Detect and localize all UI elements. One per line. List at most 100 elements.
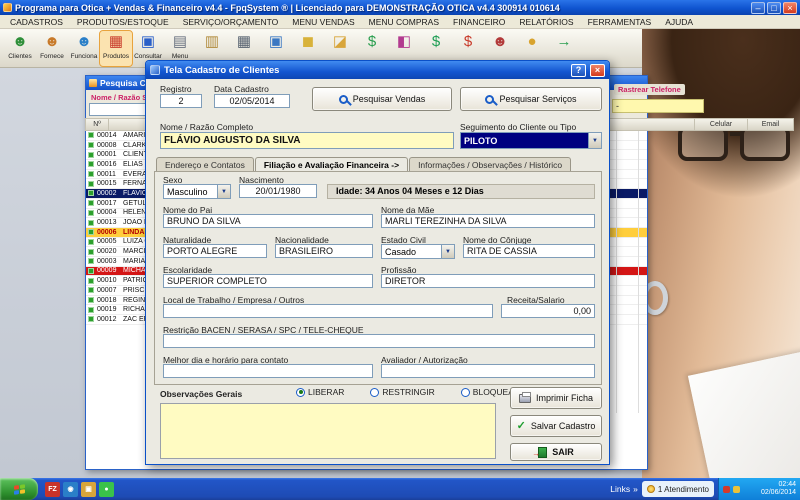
sair-button[interactable]: SAIR	[510, 443, 602, 461]
sexo-combobox[interactable]: Masculino ▼	[163, 184, 231, 199]
toolbar-button[interactable]: ☻ Fornece	[36, 31, 68, 66]
toolbar-button[interactable]: ☻ Clientes	[4, 31, 36, 66]
menu-item[interactable]: FERRAMENTAS	[581, 15, 659, 29]
nascimento-input[interactable]: 20/01/1980	[239, 184, 317, 198]
attendance-status[interactable]: 1 Atendimento	[642, 481, 714, 497]
pesquisar-servicos-button[interactable]: Pesquisar Serviços	[460, 87, 602, 111]
filezilla-icon[interactable]: FZ	[45, 482, 60, 497]
column-header-number[interactable]: Nº	[85, 118, 109, 131]
browser-icon[interactable]: ◉	[63, 482, 78, 497]
dialog-help-button[interactable]: ?	[571, 64, 586, 77]
row-status-icon	[88, 249, 94, 255]
rastrear-telefone-label[interactable]: Rastrear Telefone	[614, 84, 685, 95]
local-trabalho-input[interactable]	[163, 304, 493, 318]
client-number: 00017	[97, 200, 120, 207]
column-header-celular[interactable]: Celular	[694, 118, 748, 131]
nome-mae-input[interactable]: MARLI TEREZINHA DA SILVA	[381, 214, 595, 228]
update-icon[interactable]	[733, 486, 740, 493]
client-number: 00004	[97, 209, 120, 216]
data-cadastro-input[interactable]: 02/05/2014	[214, 94, 290, 108]
messenger-icon[interactable]: ●	[99, 482, 114, 497]
menu-item[interactable]: CADASTROS	[3, 15, 70, 29]
nacionalidade-input[interactable]: BRASILEIRO	[275, 244, 373, 258]
row-status-icon	[88, 181, 94, 187]
radio-option[interactable]: RESTRINGIR	[370, 387, 434, 397]
receita-input[interactable]: 0,00	[501, 304, 595, 318]
restricao-input[interactable]	[163, 334, 595, 348]
photo-glasses	[678, 125, 798, 167]
chevron-down-icon[interactable]: ▼	[217, 185, 230, 198]
menu-icon: ▤	[173, 31, 187, 53]
links-expand-icon[interactable]: »	[633, 484, 638, 494]
radio-label: RESTRINGIR	[382, 387, 434, 397]
dialog-titlebar[interactable]: Tela Cadastro de Clientes ? ×	[146, 61, 609, 79]
pesquisar-servicos-label: Pesquisar Serviços	[499, 94, 576, 104]
salvar-cadastro-button[interactable]: ✓ Salvar Cadastro	[510, 415, 602, 437]
client-number: 00008	[97, 142, 120, 149]
pesquisar-vendas-button[interactable]: Pesquisar Vendas	[312, 87, 452, 111]
client-number: 00009	[97, 267, 120, 274]
avaliador-input[interactable]	[381, 364, 595, 378]
dialog-title: Tela Cadastro de Clientes	[164, 65, 279, 76]
radio-option[interactable]: LIBERAR	[296, 387, 344, 397]
column-header-email[interactable]: Email	[747, 118, 794, 131]
chevron-down-icon[interactable]: ▼	[588, 133, 601, 148]
nome-pai-input[interactable]: BRUNO DA SILVA	[163, 214, 373, 228]
folder-icon[interactable]: ▣	[81, 482, 96, 497]
menu-item[interactable]: SERVIÇO/ORÇAMENTO	[176, 15, 286, 29]
minimize-button[interactable]: –	[751, 2, 765, 14]
row-status-icon	[88, 200, 94, 206]
start-button[interactable]	[0, 478, 38, 500]
client-number: 00010	[97, 277, 120, 284]
imprimir-ficha-button[interactable]: Imprimir Ficha	[510, 387, 602, 409]
row-status-icon	[88, 307, 94, 313]
links-toolbar[interactable]: Links »	[610, 484, 638, 494]
client-number: 00013	[97, 219, 120, 226]
menu-item[interactable]: RELATÓRIOS	[512, 15, 580, 29]
conjuge-input[interactable]: RITA DE CASSIA	[463, 244, 595, 258]
registro-input[interactable]: 2	[160, 94, 202, 108]
close-button[interactable]: ×	[783, 2, 797, 14]
seguimento-combobox[interactable]: PILOTO ▼	[460, 132, 602, 149]
nome-input[interactable]: FLÁVIO AUGUSTO DA SILVA	[160, 132, 454, 149]
column-header-fone[interactable]	[609, 118, 695, 131]
melhor-dia-input[interactable]	[163, 364, 373, 378]
links-label: Links	[610, 484, 630, 494]
naturalidade-input[interactable]: PORTO ALEGRE	[163, 244, 267, 258]
estado-civil-value: Casado	[382, 247, 441, 257]
escolaridade-input[interactable]: SUPERIOR COMPLETO	[163, 274, 373, 288]
liberacao-radio-group: LIBERAR RESTRINGIR BLOQUEAR	[296, 387, 520, 397]
row-status-icon	[88, 287, 94, 293]
client-number: 00020	[97, 248, 120, 255]
consult-icon: ▣	[141, 31, 155, 53]
seguimento-value: PILOTO	[461, 136, 588, 146]
tab[interactable]: Informações / Observações / Histórico	[409, 157, 571, 172]
shield-icon[interactable]	[723, 486, 730, 493]
grid-column-line	[616, 131, 617, 413]
coin-icon: ●	[527, 31, 536, 53]
profissao-input[interactable]: DIRETOR	[381, 274, 595, 288]
maximize-button[interactable]: □	[767, 2, 781, 14]
row-status-icon	[88, 220, 94, 226]
box-icon: ◼	[302, 31, 314, 53]
phone-grid-header: Celular Email	[610, 118, 794, 131]
menu-item[interactable]: MENU VENDAS	[285, 15, 361, 29]
quick-launch: FZ◉▣●	[45, 482, 114, 497]
row-status-icon	[88, 239, 94, 245]
dialog-close-button[interactable]: ×	[590, 64, 605, 77]
client-number: 00001	[97, 151, 120, 158]
estado-civil-combobox[interactable]: Casado ▼	[381, 244, 455, 259]
observacoes-textarea[interactable]	[160, 403, 496, 459]
menu-item[interactable]: MENU COMPRAS	[362, 15, 446, 29]
nome-label: Nome / Razão Completo	[160, 122, 253, 132]
menu-item[interactable]: PRODUTOS/ESTOQUE	[70, 15, 176, 29]
photo-glasses-bridge	[730, 132, 744, 136]
menu-item[interactable]: FINANCEIRO	[446, 15, 512, 29]
tab[interactable]: Endereço e Contatos	[156, 157, 254, 172]
toolbar-button[interactable]: ▦ Produtos	[100, 31, 132, 66]
menu-item[interactable]: AJUDA	[658, 15, 700, 29]
phone-filter-cell[interactable]: -	[612, 99, 704, 113]
chevron-down-icon[interactable]: ▼	[441, 245, 454, 258]
app-titlebar[interactable]: Programa para Otica + Vendas & Financeir…	[0, 0, 800, 15]
toolbar-button[interactable]: ☻ Funciona	[68, 31, 100, 66]
